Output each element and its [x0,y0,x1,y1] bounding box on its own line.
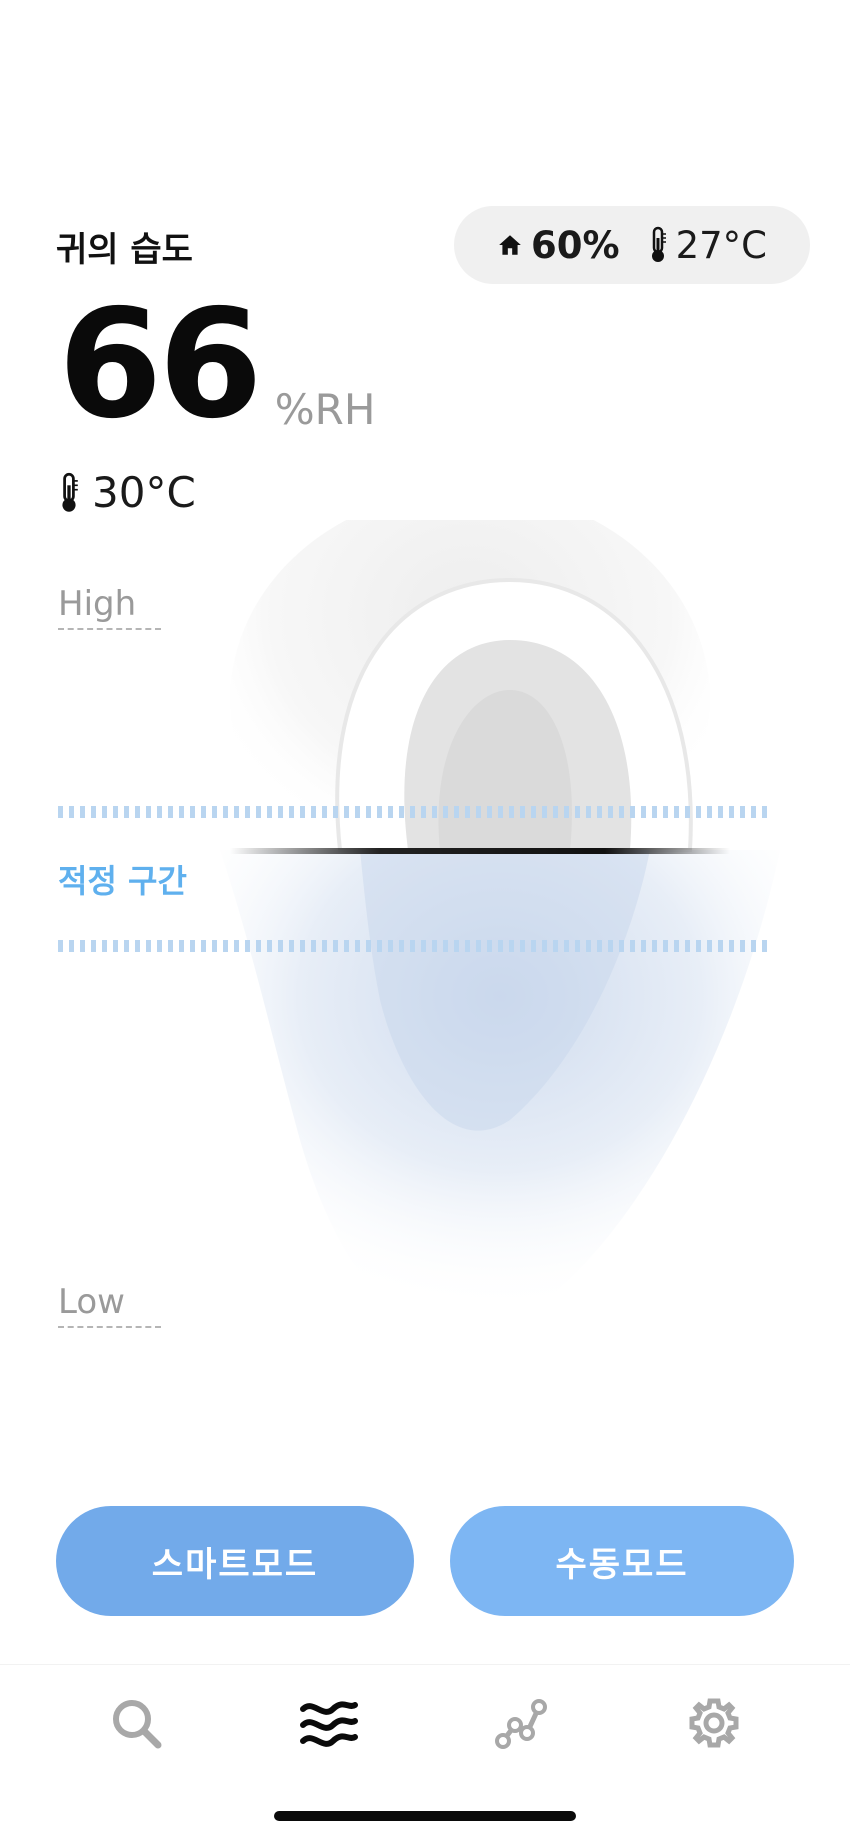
manual-mode-button[interactable]: 수동모드 [450,1506,794,1616]
room-humidity: 60% [497,224,620,267]
tab-bar [0,1664,850,1784]
low-label: Low [58,1282,161,1328]
optimal-zone-upper-line [58,806,773,818]
room-humidity-value: 60% [531,223,620,267]
thermometer-icon [648,226,668,264]
thermometer-icon [58,472,80,514]
environment-pill: 60% 27°C [454,206,810,284]
room-temperature-value: 27°C [675,223,767,267]
graph-icon [493,1695,549,1755]
smart-mode-button[interactable]: 스마트모드 [56,1506,414,1616]
gear-icon [686,1695,742,1755]
optimal-zone-label: 적정 구간 [58,862,187,900]
home-icon [497,232,523,258]
tab-settings[interactable] [669,1680,759,1770]
tab-search[interactable] [91,1680,181,1770]
low-label-underline [58,1326,161,1328]
low-label-text: Low [58,1282,125,1322]
humidity-value: 66 [58,278,263,452]
tab-graph[interactable] [476,1680,566,1770]
humidity-reading: 66 %RH [58,290,375,440]
high-label-text: High [58,584,137,624]
waves-icon [297,1695,361,1755]
page-title: 귀의 습도 [56,230,193,270]
home-indicator [274,1811,576,1821]
humidity-unit: %RH [274,385,376,434]
search-icon [108,1695,164,1755]
ear-temperature: 30°C [58,468,196,517]
high-label: High [58,584,161,630]
optimal-zone-lower-line [58,940,773,952]
room-temperature: 27°C [648,224,767,267]
ear-illustration [180,490,820,1480]
high-label-underline [58,628,161,630]
ear-temperature-value: 30°C [92,468,196,517]
tab-humidity[interactable] [284,1680,374,1770]
